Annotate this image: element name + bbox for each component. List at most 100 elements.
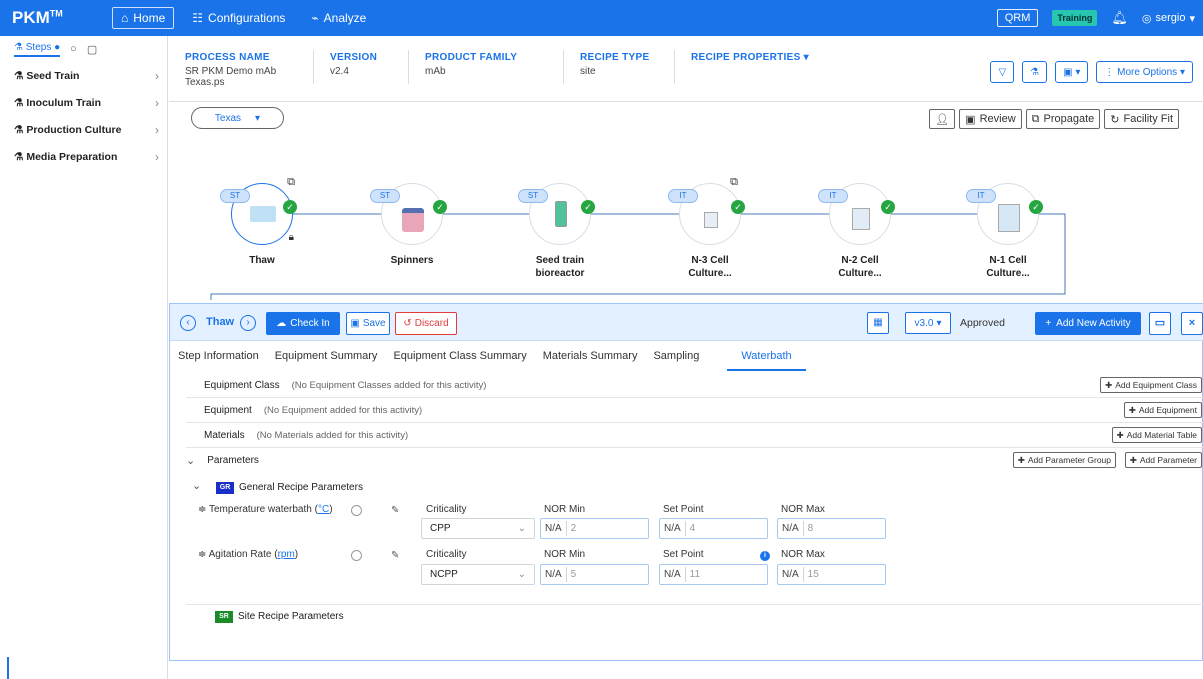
add-parameter-button[interactable]: ✚ Add Parameter <box>1124 452 1202 468</box>
app-logo[interactable]: PKMTM <box>12 8 112 28</box>
activity-panel: ‹ Thaw › ☁ Check In ▣ Save ↺ Discard ▦ v3.0… <box>169 303 1203 661</box>
set-point-input[interactable]: N/A 11 <box>659 564 768 585</box>
nor-min-input[interactable]: N/A 2 <box>540 518 649 539</box>
copy-icon[interactable]: ⧉ <box>287 176 295 189</box>
training-badge: Training <box>1052 10 1098 26</box>
add-material-table-button[interactable]: ✚ Add Material Table <box>1111 427 1202 443</box>
node-type-chip: IT <box>966 189 996 203</box>
set-point-input[interactable]: N/A 4 <box>659 518 768 539</box>
sidebar-item-media-preparation[interactable]: ⚗ Media Preparation › <box>0 143 167 170</box>
info-icon[interactable]: i <box>760 551 770 561</box>
edit-icon[interactable]: ✎ <box>391 550 399 561</box>
tank-icon <box>704 212 718 228</box>
copy-icon[interactable]: ⧉ <box>730 176 738 189</box>
nor-min-input[interactable]: N/A 5 <box>540 564 649 585</box>
param-radio[interactable] <box>351 505 362 516</box>
review-button[interactable]: ▣ Review <box>959 109 1022 129</box>
tab-sampling[interactable]: Sampling <box>645 350 707 362</box>
flow-node-n3-cell-culture[interactable]: IT ✓ ⧉ <box>668 176 745 245</box>
user-menu[interactable]: ◎ sergio ▾ <box>1142 12 1195 25</box>
add-equipment-class-button[interactable]: ✚ Add Equipment Class <box>1100 377 1202 393</box>
recipe-properties-dropdown[interactable]: RECIPE PROPERTIES ▾ <box>691 52 809 63</box>
sidebar-item-inoculum-train[interactable]: ⚗ Inoculum Train › <box>0 89 167 116</box>
flow-node-n2-cell-culture[interactable]: IT ✓ <box>818 183 895 245</box>
site-select[interactable]: Texas ▾ <box>191 107 284 129</box>
tab-equipment-class-summary[interactable]: Equipment Class Summary <box>385 350 534 362</box>
filter-button[interactable]: ▽ <box>990 61 1015 83</box>
param-radio[interactable] <box>351 550 362 561</box>
chevron-down-icon[interactable]: ⌄ <box>192 479 201 492</box>
clipboard-icon[interactable]: ▢ <box>87 43 97 56</box>
calculator-button[interactable]: ▦ <box>867 312 889 334</box>
flow-node-label: N-1 Cell Culture... <box>986 255 1030 279</box>
param-temperature-waterbath: ≑ Temperature waterbath (°C) <box>198 504 333 515</box>
tab-equipment-summary[interactable]: Equipment Summary <box>267 350 386 362</box>
tab-waterbath[interactable]: Waterbath <box>727 341 806 371</box>
filter-icon: ▽ <box>998 66 1007 78</box>
nor-max-input[interactable]: N/A 8 <box>777 518 886 539</box>
flow-node-label: Spinners <box>390 255 434 266</box>
unit-link[interactable]: °C <box>318 504 329 515</box>
facility-fit-button[interactable]: ↻ Facility Fit <box>1104 109 1179 129</box>
sr-badge: SR <box>215 611 233 623</box>
more-options-button[interactable]: ⋮ More Options ▾ <box>1096 61 1193 83</box>
tab-steps[interactable]: ⚗ Steps ● <box>14 41 61 57</box>
sidebar-item-production-culture[interactable]: ⚗ Production Culture › <box>0 116 167 143</box>
close-panel-button[interactable]: × <box>1181 312 1203 335</box>
flow-node-spinners[interactable]: ST ✓ <box>370 183 447 245</box>
top-bar: PKMTM ⌂ Home ☷ Configurations ⌁ Analyze QRM… <box>0 0 1203 36</box>
add-new-activity-button[interactable]: + Add New Activity <box>1035 312 1141 335</box>
nor-max-input[interactable]: N/A 15 <box>777 564 886 585</box>
comment-icon[interactable]: ○ <box>70 43 77 55</box>
next-step-button[interactable]: › <box>240 315 256 331</box>
sidebar-item-seed-train[interactable]: ⚗ Seed Train › <box>0 62 167 89</box>
tab-materials-summary[interactable]: Materials Summary <box>535 350 646 362</box>
flow-node-seed-train-bioreactor[interactable]: ST ✓ <box>518 183 595 245</box>
row-label: Materials <box>204 429 245 441</box>
edit-icon[interactable]: ✎ <box>391 505 399 516</box>
prev-step-button[interactable]: ‹ <box>180 315 196 331</box>
check-in-button[interactable]: ☁ Check In <box>266 312 340 335</box>
add-parameter-group-button[interactable]: ✚ Add Parameter Group <box>1012 452 1116 468</box>
nav-home[interactable]: ⌂ Home <box>112 7 175 29</box>
plus-icon: + <box>1045 318 1052 329</box>
sidebar: ⚗ Steps ● ○ ▢ ⚗ Seed Train › ⚗ Inoculum T… <box>0 36 168 679</box>
flow-node-thaw[interactable]: ST ✓ ⧉ 🔒︎ <box>220 176 297 245</box>
flask-icon: ⚗ <box>14 41 23 53</box>
add-equipment-button[interactable]: ✚ Add Equipment <box>1123 402 1202 418</box>
caret-down-icon: ▾ <box>1189 12 1195 25</box>
unit-link[interactable]: rpm <box>278 549 295 560</box>
chart-icon: ⌁ <box>311 11 319 25</box>
propagate-button[interactable]: ⧉ Propagate <box>1025 109 1101 129</box>
panel-title: Thaw <box>206 316 235 328</box>
product-family-label: PRODUCT FAMILY <box>425 52 518 63</box>
discard-button[interactable]: ↺ Discard <box>395 312 457 335</box>
nav-analyze[interactable]: ⌁ Analyze <box>303 8 374 28</box>
spinner-flask-icon <box>402 208 424 232</box>
drag-handle-icon[interactable]: ≑ <box>198 504 206 515</box>
user-edit-icon: 👤︎ <box>935 113 950 126</box>
flow-node-n1-cell-culture[interactable]: IT ✓ <box>966 183 1043 245</box>
panel-toolbar: ‹ Thaw › ☁ Check In ▣ Save ↺ Discard ▦ v3.0… <box>170 303 1203 341</box>
bell-icon[interactable]: 🔔︎ <box>1111 10 1128 26</box>
flask-icon: ⚗ <box>14 123 24 136</box>
version-dropdown[interactable]: v3.0 ▾ <box>905 312 951 334</box>
maximize-button[interactable]: ▭ <box>1149 312 1171 335</box>
process-name-value: SR PKM Demo mAb Texas.ps <box>185 66 277 88</box>
qrm-button[interactable]: QRM <box>996 9 1039 27</box>
parameters-row: ⌄ Parameters ✚ Add Parameter Group ✚ Add P… <box>186 448 1203 473</box>
chevron-down-icon: ⌄ <box>517 569 526 580</box>
criticality-select[interactable]: CPP ⌄ <box>421 518 535 539</box>
save-button[interactable]: ▣ Save <box>346 312 390 335</box>
nor-max-label: NOR Max <box>781 504 825 515</box>
assign-user-button[interactable]: 👤︎ <box>929 109 956 129</box>
chevron-down-icon[interactable]: ⌄ <box>186 454 195 467</box>
criticality-select[interactable]: NCPP ⌄ <box>421 564 535 585</box>
tab-step-information[interactable]: Step Information <box>170 350 267 362</box>
save-menu-button[interactable]: ▣ ▾ <box>1055 61 1089 83</box>
drag-handle-icon[interactable]: ≑ <box>198 549 206 560</box>
chevron-down-icon: ⌄ <box>517 523 526 534</box>
tank-icon <box>852 208 870 230</box>
nav-configurations[interactable]: ☷ Configurations <box>184 8 293 28</box>
flask-button[interactable]: ⚗ <box>1022 61 1048 83</box>
